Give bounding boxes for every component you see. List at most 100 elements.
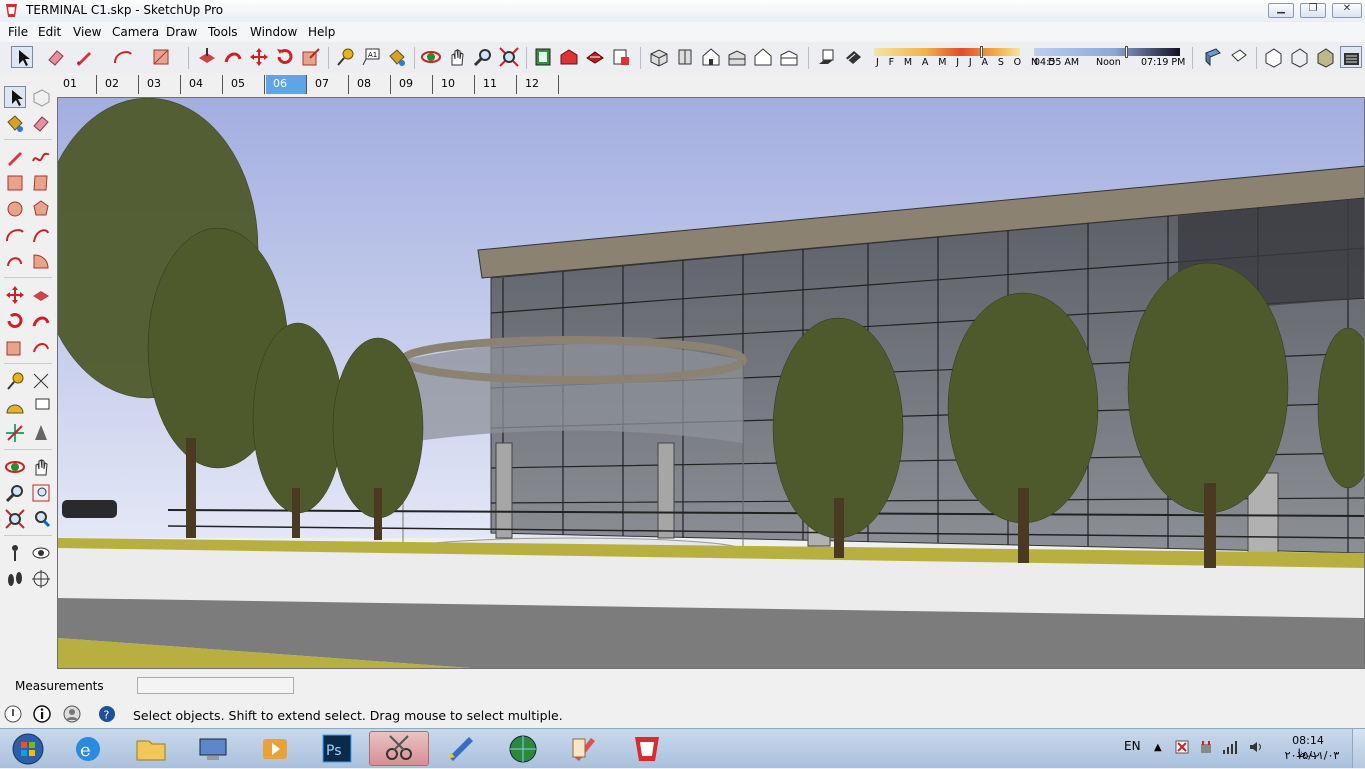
shaded-style-button[interactable] <box>1314 46 1336 68</box>
menu-view[interactable]: View <box>73 25 101 39</box>
eraser-tool-button[interactable] <box>45 46 67 68</box>
view-left-button[interactable] <box>778 46 800 68</box>
taskbar-paint-app[interactable] <box>433 731 489 766</box>
scene-tab-04[interactable]: 04 <box>182 75 223 94</box>
menu-tools[interactable]: Tools <box>208 25 238 39</box>
warehouse-button[interactable] <box>558 46 580 68</box>
line-tool-button[interactable] <box>73 46 95 68</box>
fog-toggle-button[interactable] <box>842 46 864 68</box>
volume-icon[interactable] <box>1248 739 1264 755</box>
push-pull-button[interactable] <box>196 46 218 68</box>
menu-camera[interactable]: Camera <box>112 25 159 39</box>
move-tool[interactable] <box>4 284 26 306</box>
walk-tool[interactable] <box>4 568 26 590</box>
scale-tool[interactable] <box>4 336 26 358</box>
xray-style-button[interactable] <box>1262 46 1284 68</box>
view-back-button[interactable] <box>752 46 774 68</box>
zoom-window-tool[interactable] <box>30 482 52 504</box>
menu-edit[interactable]: Edit <box>38 25 61 39</box>
scene-tab-12[interactable]: 12 <box>518 75 559 94</box>
show-desktop-button[interactable] <box>1352 729 1365 768</box>
text-tool-button[interactable]: A1 <box>360 46 382 68</box>
line-tool[interactable] <box>4 146 26 168</box>
start-button[interactable] <box>2 731 54 766</box>
zoom-tool-button[interactable] <box>472 46 494 68</box>
rectangle-tool[interactable] <box>4 172 26 194</box>
scale-tool-button[interactable] <box>300 46 322 68</box>
two-point-arc-tool[interactable] <box>30 224 52 246</box>
make-component-tool[interactable] <box>30 86 52 108</box>
taskbar-remote-desktop[interactable] <box>185 731 241 766</box>
circle-tool[interactable] <box>4 198 26 220</box>
scene-tab-06[interactable]: 06 <box>266 75 307 94</box>
move-tool-button[interactable] <box>248 46 270 68</box>
time-slider[interactable] <box>1034 48 1180 56</box>
taskbar-globe-app[interactable] <box>495 731 551 766</box>
scene-tab-03[interactable]: 03 <box>140 75 181 94</box>
paint-bucket-tool[interactable] <box>4 112 26 134</box>
rotate-tool-button[interactable] <box>274 46 296 68</box>
wireframe-style-button[interactable] <box>1288 46 1310 68</box>
measurements-input[interactable] <box>137 677 294 694</box>
action-center-icon[interactable] <box>1174 739 1190 755</box>
scene-tab-11[interactable]: 11 <box>476 75 517 94</box>
rotate-tool[interactable] <box>4 310 26 332</box>
power-icon[interactable] <box>1198 739 1214 755</box>
polygon-tool[interactable] <box>30 198 52 220</box>
orbit-tool[interactable] <box>4 456 26 478</box>
pie-tool[interactable] <box>30 250 52 272</box>
scene-tab-02[interactable]: 02 <box>98 75 139 94</box>
zoom-extents-tool[interactable] <box>4 508 26 530</box>
share-model-button[interactable] <box>584 46 606 68</box>
language-indicator[interactable]: EN <box>1124 739 1141 753</box>
minimize-button[interactable]: ▁ <box>1268 3 1294 18</box>
3d-text-tool[interactable] <box>30 422 52 444</box>
eraser-tool[interactable] <box>30 112 52 134</box>
position-camera-tool[interactable] <box>4 542 26 564</box>
shadows-toggle-button[interactable] <box>816 46 838 68</box>
select-tool[interactable] <box>4 86 26 108</box>
dimension-tool[interactable] <box>30 370 52 392</box>
model-viewport[interactable] <box>57 97 1365 669</box>
scene-tab-10[interactable]: 10 <box>434 75 475 94</box>
rotated-rectangle-tool[interactable] <box>30 172 52 194</box>
menu-window[interactable]: Window <box>250 25 297 39</box>
taskbar-media-player[interactable] <box>247 731 303 766</box>
paint-bucket-button[interactable] <box>386 46 408 68</box>
tape-measure-tool[interactable] <box>4 370 26 392</box>
three-point-arc-tool[interactable] <box>4 250 26 272</box>
view-right-button[interactable] <box>726 46 748 68</box>
taskbar-drawing-app[interactable] <box>557 731 613 766</box>
previous-view-tool[interactable] <box>30 508 52 530</box>
time-slider-thumb[interactable] <box>1124 46 1128 58</box>
pan-tool-button[interactable] <box>446 46 468 68</box>
zoom-tool[interactable] <box>4 482 26 504</box>
extension-warehouse-button[interactable] <box>610 46 632 68</box>
freehand-tool[interactable] <box>30 146 52 168</box>
look-around-tool[interactable] <box>30 542 52 564</box>
arc-tool[interactable] <box>4 224 26 246</box>
scene-tab-01[interactable]: 01 <box>56 75 97 94</box>
view-iso-button[interactable] <box>648 46 670 68</box>
follow-me-tool[interactable] <box>30 310 52 332</box>
text-tool[interactable] <box>30 396 52 418</box>
arc-tool-button[interactable] <box>112 46 134 68</box>
taskbar-internet-explorer[interactable]: e <box>60 731 116 766</box>
scene-tab-09[interactable]: 09 <box>392 75 433 94</box>
tape-measure-button[interactable] <box>334 46 356 68</box>
close-button[interactable]: ✕ <box>1332 3 1362 18</box>
scene-tab-05[interactable]: 05 <box>224 75 265 94</box>
rectangle-tool-button[interactable] <box>150 46 172 68</box>
scene-tab-07[interactable]: 07 <box>308 75 349 94</box>
clock-date[interactable]: ۲۰۱۵/۱۱/۰۳ <box>1282 749 1342 762</box>
restore-button[interactable]: ❐ <box>1300 3 1326 18</box>
taskbar-photoshop[interactable]: Ps <box>309 731 365 766</box>
orbit-tool-button[interactable] <box>420 46 442 68</box>
month-slider[interactable] <box>874 48 1020 56</box>
taskbar-file-explorer[interactable] <box>123 731 179 766</box>
view-front-button[interactable] <box>700 46 722 68</box>
geolocation-icon[interactable] <box>4 705 22 723</box>
taskbar-sketchup[interactable] <box>619 731 675 766</box>
menu-draw[interactable]: Draw <box>166 25 197 39</box>
protractor-tool[interactable] <box>4 396 26 418</box>
